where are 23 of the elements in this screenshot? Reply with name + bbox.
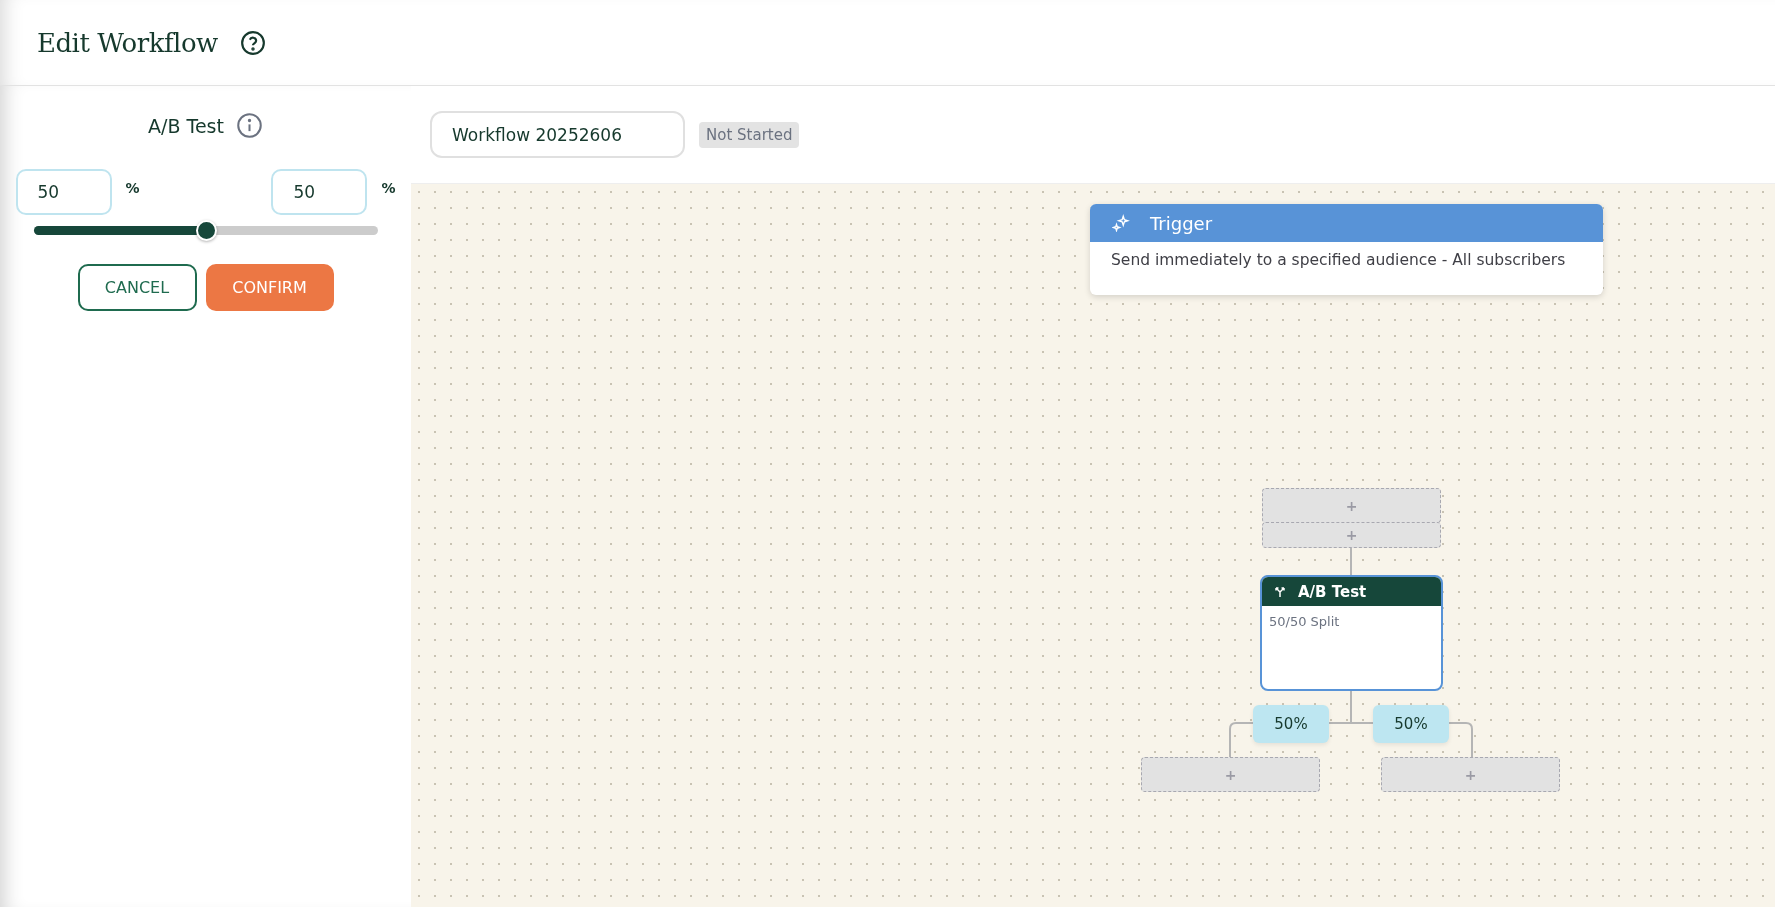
page-title: Edit Workflow — [37, 27, 218, 58]
percent-field[interactable]: 50 — [271, 169, 368, 215]
info-icon[interactable] — [235, 112, 263, 139]
percent-field[interactable]: 50 — [15, 169, 112, 215]
trigger-description: Send immediately to a specified audience - All subscribers — [1110, 250, 1567, 271]
slider-thumb[interactable] — [195, 220, 217, 241]
workflow-name-field[interactable]: Workflow 20252606 — [430, 111, 685, 158]
percent-unit: % — [381, 180, 396, 196]
node-title: A/B Test — [1298, 582, 1367, 601]
help-icon[interactable] — [239, 29, 266, 56]
panel-title: A/B Test — [148, 114, 224, 137]
connector-line — [1350, 546, 1352, 576]
branch-percent-label[interactable]: 50% — [1373, 705, 1449, 743]
cancel-button[interactable]: CANCEL — [77, 264, 197, 311]
percent-unit: % — [125, 180, 140, 196]
split-icon — [1274, 585, 1286, 598]
trigger-title: Trigger — [1150, 212, 1213, 234]
ab-test-node[interactable]: A/B Test 50/50 Split — [1260, 575, 1443, 691]
trigger-card[interactable]: Trigger Send immediately to a specified audience - All subscribers — [1090, 204, 1603, 295]
branch-percent-label[interactable]: 50% — [1253, 705, 1329, 743]
node-subtitle: 50/50 Split — [1268, 613, 1341, 631]
status-badge: Not Started — [699, 121, 800, 148]
sparkle-icon — [1112, 214, 1130, 232]
